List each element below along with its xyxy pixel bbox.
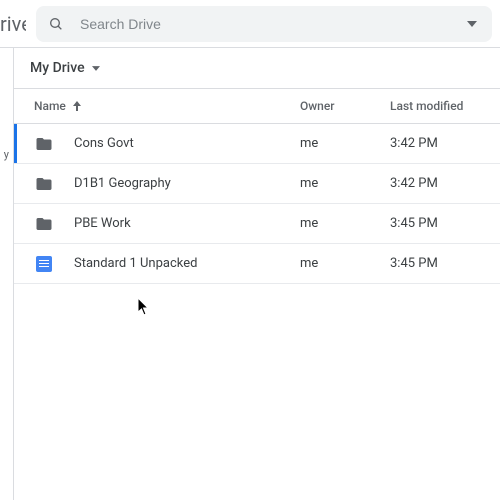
cell-name: D1B1 Geography: [34, 174, 300, 194]
sidebar: y: [0, 48, 14, 500]
search-icon: [46, 14, 66, 34]
file-name: Standard 1 Unpacked: [74, 256, 197, 271]
cell-name: Standard 1 Unpacked: [34, 254, 300, 274]
search-bar[interactable]: [36, 6, 492, 42]
search-options-icon[interactable]: [462, 21, 482, 27]
cell-owner: me: [300, 256, 390, 271]
file-table: Name Owner Last modified Cons Govtme3:42…: [14, 88, 500, 284]
column-header-owner[interactable]: Owner: [300, 99, 390, 113]
table-row[interactable]: Cons Govt me3:42 PM: [14, 124, 500, 164]
mouse-cursor: [138, 298, 150, 316]
header: rive: [0, 0, 500, 48]
table-row[interactable]: Standard 1 Unpacked me3:45 PM: [14, 244, 500, 284]
file-name: D1B1 Geography: [74, 176, 171, 191]
search-input[interactable]: [80, 16, 462, 32]
chevron-down-icon: [91, 63, 101, 73]
column-header-name[interactable]: Name: [34, 99, 300, 113]
folder-icon: [34, 134, 54, 154]
logo-text: rive: [0, 12, 26, 36]
cell-name: Cons Govt: [34, 134, 300, 154]
cell-owner: me: [300, 136, 390, 151]
file-name: PBE Work: [74, 216, 131, 231]
breadcrumb[interactable]: My Drive: [14, 48, 500, 88]
cell-name: PBE Work: [34, 214, 300, 234]
cell-modified: 3:42 PM: [390, 176, 480, 191]
sidebar-item-label: y: [4, 148, 9, 161]
table-row[interactable]: D1B1 Geography me3:42 PM: [14, 164, 500, 204]
cell-owner: me: [300, 216, 390, 231]
cell-modified: 3:42 PM: [390, 136, 480, 151]
table-header: Name Owner Last modified: [14, 88, 500, 124]
column-header-modified[interactable]: Last modified: [390, 99, 480, 113]
breadcrumb-label: My Drive: [30, 60, 85, 76]
cell-modified: 3:45 PM: [390, 216, 480, 231]
folder-icon: [34, 174, 54, 194]
sort-asc-icon: [72, 101, 82, 111]
cell-modified: 3:45 PM: [390, 256, 480, 271]
table-row[interactable]: PBE Work me3:45 PM: [14, 204, 500, 244]
docs-icon: [34, 254, 54, 274]
cell-owner: me: [300, 176, 390, 191]
main-area: My Drive Name Owner Last modified C: [14, 48, 500, 500]
file-name: Cons Govt: [74, 136, 134, 151]
folder-icon: [34, 214, 54, 234]
